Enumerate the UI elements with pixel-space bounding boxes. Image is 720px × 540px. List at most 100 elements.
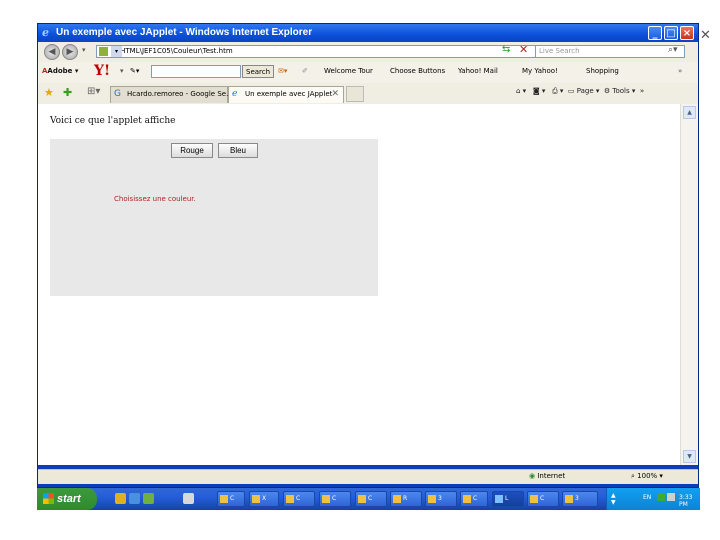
tab-close-icon[interactable]: ✕ [331, 89, 339, 99]
history-dropdown-icon[interactable]: ▾ [82, 46, 86, 54]
task-button[interactable]: X [249, 491, 279, 507]
quick-tabs-icon[interactable]: ⊞▾ [87, 86, 100, 97]
task-icon [495, 495, 503, 503]
magnifier-icon: ⌕ [631, 472, 635, 480]
address-dropdown-icon[interactable]: ▾ [111, 46, 122, 57]
blue-button[interactable]: Bleu [218, 143, 258, 158]
task-icon [286, 495, 294, 503]
windows-taskbar: start C X C C C R 3 C L C 3 ▲ ▼ EN 3:33 P… [37, 488, 700, 510]
commandbar-overflow-icon[interactable]: » [640, 87, 644, 95]
task-icon [358, 495, 366, 503]
yahoo-logo[interactable]: Y! [94, 63, 110, 79]
new-tab-button[interactable] [346, 86, 364, 102]
scroll-down-icon[interactable]: ▼ [683, 450, 696, 463]
zoom-level[interactable]: ⌕ 100% ▾ [631, 472, 663, 481]
address-bar-row: ◀ ▶ ▾ E:\HTML\JEF1C05\Couleur\Test.htm ▾… [38, 42, 698, 63]
applet-message: Choisissez une couleur. [114, 195, 196, 203]
page-intro-text: Voici ce que l'applet affiche [50, 116, 176, 126]
ie-tab-icon: ℯ [232, 89, 238, 99]
task-icon [393, 495, 401, 503]
title-bar[interactable]: ℯ Un exemple avec JApplet - Windows Inte… [38, 24, 698, 42]
task-button-active[interactable]: L [492, 491, 524, 507]
tabs-bar: ★ ✚ ⊞▾ G Hcardo.remoreo - Google Se... ℯ… [38, 83, 698, 105]
quicklaunch-media-icon[interactable] [143, 493, 154, 504]
ie-logo-icon: ℯ [42, 26, 49, 39]
globe-icon: ◉ [529, 472, 536, 480]
task-button[interactable]: C [355, 491, 387, 507]
tab-label: Un exemple avec JApplet [245, 90, 333, 98]
vertical-scrollbar[interactable]: ▲ ▼ [680, 104, 698, 465]
minimize-button[interactable]: _ [648, 26, 662, 40]
mail-icon[interactable]: ✉▾ [278, 67, 287, 75]
search-input[interactable]: Live Search [535, 45, 685, 58]
close-button[interactable]: × [680, 26, 694, 40]
add-favorites-icon[interactable]: ✚ [63, 86, 72, 99]
tab-google[interactable]: G Hcardo.remoreo - Google Se... [110, 86, 233, 103]
status-bar: ◉ Internet ⌕ 100% ▾ [38, 469, 698, 484]
page-menu[interactable]: ▭ Page ▾ [568, 87, 600, 95]
print-icon[interactable]: ⎙ ▾ [552, 87, 563, 95]
task-icon [428, 495, 436, 503]
tray-network-icon[interactable] [657, 493, 665, 501]
task-button[interactable]: C [283, 491, 315, 507]
window-title: Un exemple avec JApplet - Windows Intern… [56, 27, 313, 38]
toolbar-item-choose-buttons[interactable]: Choose Buttons [390, 67, 445, 75]
tab-label: Hcardo.remoreo - Google Se... [127, 90, 233, 98]
toolbar-overflow-icon[interactable]: » [678, 67, 682, 75]
back-arrow-icon[interactable]: ◀ [44, 44, 60, 60]
security-zone[interactable]: ◉ Internet [529, 472, 565, 480]
forward-arrow-icon[interactable]: ▶ [62, 44, 78, 60]
home-icon[interactable]: ⌂ ▾ [516, 87, 526, 95]
page-favicon-icon [99, 47, 108, 56]
tools-menu[interactable]: ⚙ Tools ▾ [604, 87, 636, 95]
toolbar-search-input[interactable] [151, 65, 241, 78]
toolbar-item-my-yahoo[interactable]: My Yahoo! [522, 67, 558, 75]
close-icon[interactable]: ✕ [700, 28, 716, 44]
task-button[interactable]: 3 [425, 491, 457, 507]
stop-icon[interactable]: ✕ [519, 43, 528, 56]
task-button[interactable]: C [460, 491, 488, 507]
clock: 3:33 PM [679, 494, 693, 508]
highlight-icon[interactable]: ✐ [302, 67, 308, 75]
task-button[interactable]: 3 [562, 491, 598, 507]
feeds-icon[interactable]: ◙ ▾ [533, 87, 546, 95]
task-button[interactable]: R [390, 491, 422, 507]
task-icon [220, 495, 228, 503]
scroll-up-icon[interactable]: ▲ [683, 106, 696, 119]
task-icon [463, 495, 471, 503]
toolbar-item-yahoo-mail[interactable]: Yahoo! Mail [458, 67, 498, 75]
tray-volume-icon[interactable] [667, 493, 675, 501]
links-toolbar: AAdobe ▾ Y! ▾ ✎▾ Search ✉▾ ✐ Welcome Tou… [38, 62, 698, 84]
quicklaunch-people-icon[interactable] [183, 493, 194, 504]
toolbar-item-welcome-tour[interactable]: Welcome Tour [324, 67, 373, 75]
refresh-icon[interactable]: ⇆ [502, 44, 510, 55]
maximize-button[interactable]: □ [664, 26, 678, 40]
quicklaunch-ie-icon[interactable] [129, 493, 140, 504]
adobe-button[interactable]: AAdobe ▾ [42, 67, 78, 75]
task-button[interactable]: C [527, 491, 559, 507]
address-input[interactable]: E:\HTML\JEF1C05\Couleur\Test.htm ▾ [96, 45, 536, 58]
tab-japplet[interactable]: ℯ Un exemple avec JApplet ✕ [228, 86, 344, 103]
toolbar-search-button[interactable]: Search [242, 65, 275, 78]
favorites-star-icon[interactable]: ★ [44, 86, 54, 99]
japplet-panel: Rouge Bleu Choisissez une couleur. [50, 139, 378, 296]
yahoo-dropdown-icon[interactable]: ▾ [120, 67, 124, 75]
task-button[interactable]: C [319, 491, 351, 507]
task-icon [530, 495, 538, 503]
address-text: E:\HTML\JEF1C05\Couleur\Test.htm [111, 47, 233, 55]
task-icon [565, 495, 573, 503]
task-button[interactable]: C [217, 491, 245, 507]
toolbar-item-shopping[interactable]: Shopping [586, 67, 619, 75]
task-icon [252, 495, 260, 503]
background-window-edge: ✕ [700, 24, 720, 488]
tray-scroll-icon[interactable]: ▲ ▼ [611, 492, 616, 506]
language-indicator[interactable]: EN [643, 494, 651, 501]
start-button[interactable]: start [37, 488, 97, 510]
google-favicon-icon: G [114, 89, 121, 99]
search-icon[interactable]: ⌕▾ [668, 45, 681, 57]
system-tray: ▲ ▼ EN 3:33 PM [606, 488, 700, 510]
quicklaunch-excel-icon[interactable] [115, 493, 126, 504]
red-button[interactable]: Rouge [171, 143, 213, 158]
pencil-icon[interactable]: ✎▾ [130, 67, 139, 75]
command-bar: ⌂ ▾ ◙ ▾ ⎙ ▾ ▭ Page ▾ ⚙ Tools ▾ » [516, 87, 644, 96]
